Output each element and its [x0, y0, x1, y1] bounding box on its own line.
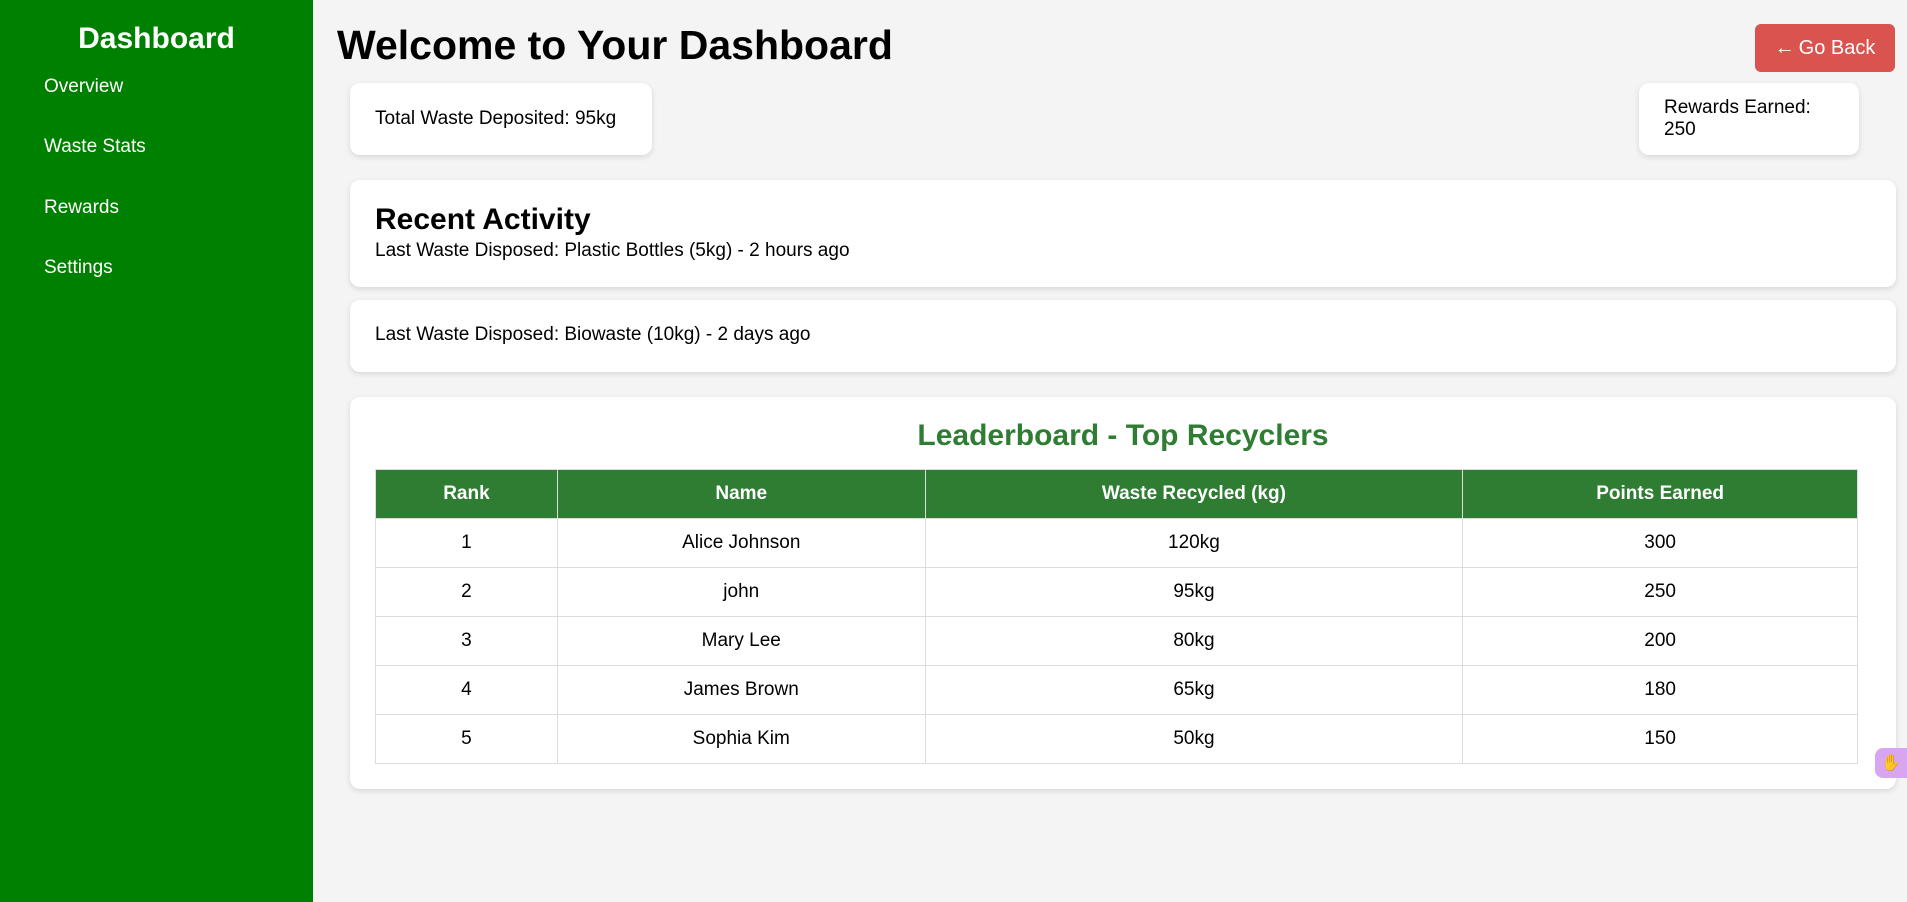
column-header-rank: Rank [375, 469, 558, 519]
page-title: Welcome to Your Dashboard [337, 22, 893, 68]
floating-widget-button[interactable]: ✋ [1875, 748, 1907, 778]
go-back-label: Go Back [1798, 36, 1876, 59]
leaderboard-title: Leaderboard - Top Recyclers [917, 419, 1329, 452]
sidebar-item-settings[interactable]: Settings [44, 257, 113, 279]
waste-cell: 50kg [924, 714, 1464, 764]
activity-entry-card: Last Waste Disposed: Biowaste (10kg) - 2… [350, 300, 1896, 372]
go-back-button[interactable]: ← Go Back [1755, 24, 1895, 72]
name-cell: Alice Johnson [556, 518, 926, 568]
rank-cell: 1 [375, 518, 558, 568]
points-cell: 150 [1462, 714, 1858, 764]
rank-cell: 3 [375, 616, 558, 666]
total-waste-text: Total Waste Deposited: 95kg [375, 108, 617, 129]
recent-activity-card: Recent Activity Last Waste Disposed: Pla… [350, 180, 1896, 287]
total-waste-card: Total Waste Deposited: 95kg [350, 83, 652, 155]
points-cell: 250 [1462, 567, 1858, 617]
waste-cell: 65kg [924, 665, 1464, 715]
waste-cell: 95kg [924, 567, 1464, 617]
leaderboard-card: Leaderboard - Top Recyclers Rank Name Wa… [350, 397, 1896, 789]
leaderboard-table: Rank Name Waste Recycled (kg) Points Ear… [375, 469, 1858, 764]
name-cell: James Brown [556, 665, 926, 715]
activity-entry: Last Waste Disposed: Plastic Bottles (5k… [375, 240, 850, 261]
waste-cell: 80kg [924, 616, 1464, 666]
column-header-waste: Waste Recycled (kg) [924, 469, 1464, 519]
sidebar-title: Dashboard [78, 22, 235, 55]
arrow-left-icon: ← [1774, 36, 1795, 59]
hand-icon: ✋ [1881, 755, 1901, 772]
recent-activity-title: Recent Activity [375, 203, 591, 236]
table-row: 3 Mary Lee 80kg 200 [375, 616, 1858, 666]
name-cell: Mary Lee [556, 616, 926, 666]
rank-cell: 2 [375, 567, 558, 617]
rank-cell: 5 [375, 714, 558, 764]
name-cell: Sophia Kim [556, 714, 926, 764]
sidebar: Dashboard Overview Waste Stats Rewards S… [0, 0, 313, 902]
table-row: 2 john 95kg 250 [375, 567, 1858, 617]
points-cell: 200 [1462, 616, 1858, 666]
points-cell: 180 [1462, 665, 1858, 715]
column-header-points: Points Earned [1462, 469, 1858, 519]
column-header-name: Name [556, 469, 926, 519]
table-row: 1 Alice Johnson 120kg 300 [375, 518, 1858, 568]
sidebar-item-overview[interactable]: Overview [44, 76, 123, 98]
name-cell: john [556, 567, 926, 617]
points-cell: 300 [1462, 518, 1858, 568]
sidebar-item-rewards[interactable]: Rewards [44, 197, 119, 219]
table-header-row: Rank Name Waste Recycled (kg) Points Ear… [375, 469, 1858, 519]
table-row: 4 James Brown 65kg 180 [375, 665, 1858, 715]
main-content: Welcome to Your Dashboard ← Go Back Tota… [313, 0, 1907, 902]
table-row: 5 Sophia Kim 50kg 150 [375, 714, 1858, 764]
rank-cell: 4 [375, 665, 558, 715]
rewards-text: Rewards Earned: 250 [1664, 97, 1811, 140]
waste-cell: 120kg [924, 518, 1464, 568]
activity-entry: Last Waste Disposed: Biowaste (10kg) - 2… [375, 324, 811, 345]
rewards-card: Rewards Earned: 250 [1639, 83, 1859, 155]
sidebar-item-waste-stats[interactable]: Waste Stats [44, 136, 146, 158]
